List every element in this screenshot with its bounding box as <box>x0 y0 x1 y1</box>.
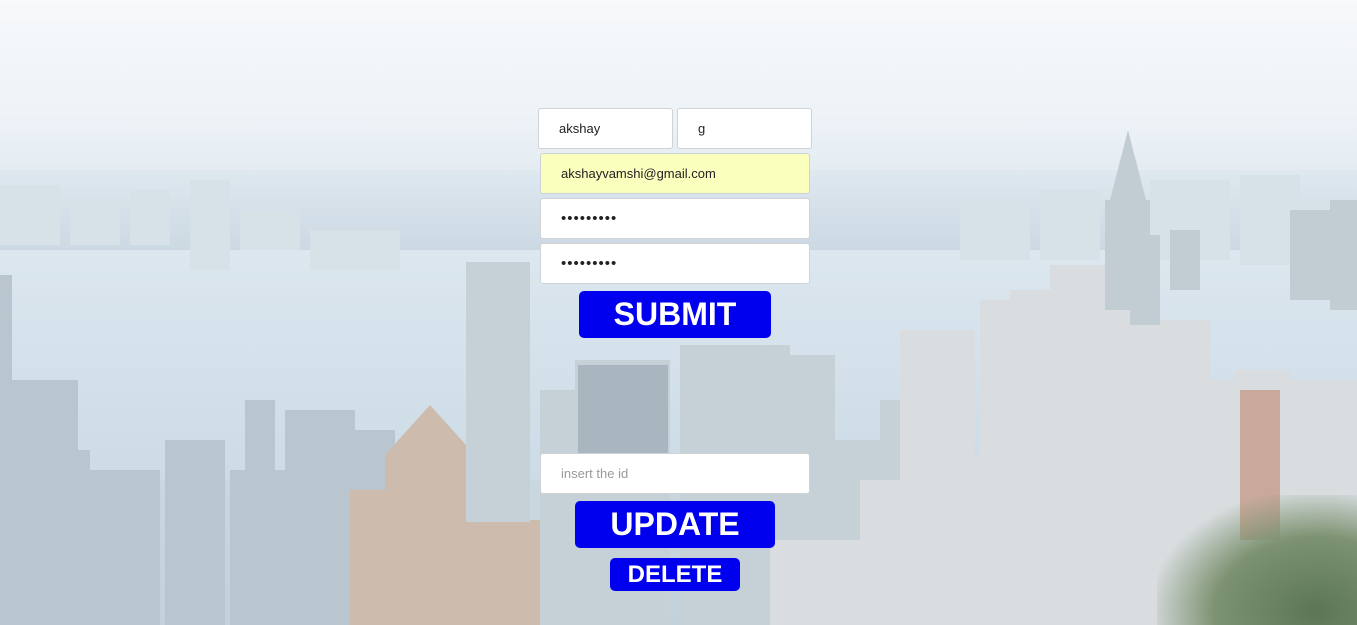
first-name-input[interactable] <box>538 108 673 149</box>
submit-button[interactable]: SUBMIT <box>579 291 771 338</box>
email-input[interactable] <box>540 153 810 194</box>
last-name-input[interactable] <box>677 108 812 149</box>
delete-button[interactable]: DELETE <box>610 558 740 591</box>
id-input[interactable] <box>540 453 810 494</box>
confirm-password-input[interactable] <box>540 243 810 284</box>
password-input[interactable] <box>540 198 810 239</box>
update-button[interactable]: UPDATE <box>575 501 775 548</box>
registration-form: SUBMIT UPDATE DELETE <box>0 0 1357 625</box>
